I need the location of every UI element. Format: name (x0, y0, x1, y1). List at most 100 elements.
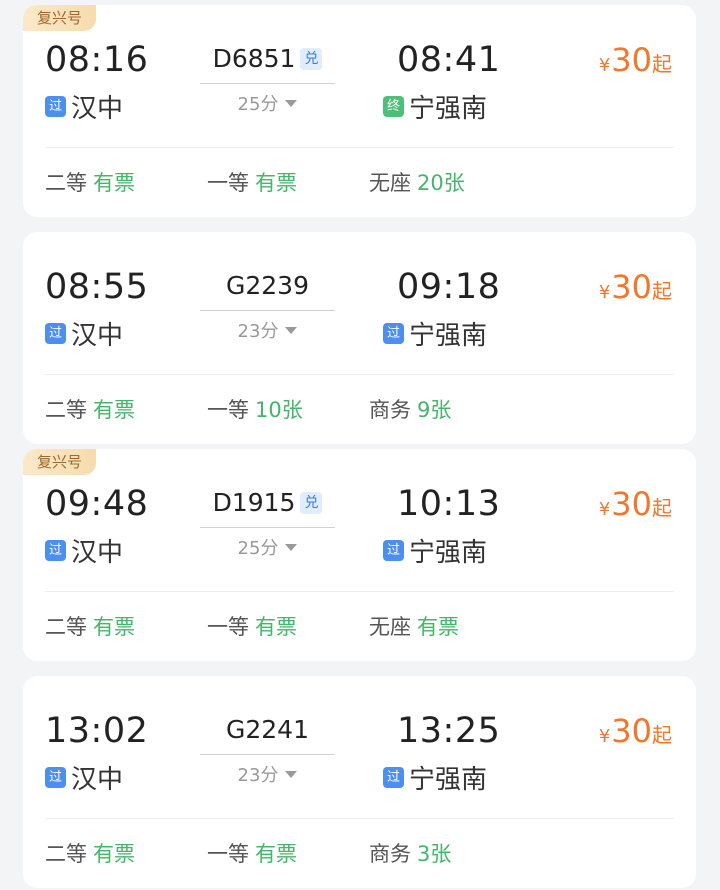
arrival-station: 过 宁强南 (383, 760, 488, 795)
seat-second-class: 二等 有票 (45, 167, 135, 197)
train-number: G2239 (226, 271, 309, 300)
duration-toggle[interactable]: 25分 (200, 90, 335, 116)
pass-tag-icon: 过 (45, 322, 66, 344)
train-card[interactable]: 复兴号 09:48 D1915 兑 25分 10:13 ¥ 30 起 过 汉中 … (23, 449, 696, 661)
train-info: G2239 23分 (200, 270, 335, 343)
arrival-time: 09:18 (397, 267, 501, 307)
exchange-icon: 兑 (300, 492, 323, 514)
price-currency: ¥ (598, 55, 611, 76)
seat-second-class: 二等 有票 (45, 394, 135, 424)
pass-tag-icon: 过 (45, 95, 66, 117)
divider (45, 147, 674, 148)
divider (45, 818, 674, 819)
pass-tag-icon: 过 (383, 766, 404, 788)
arrival-station: 过 宁强南 (383, 316, 488, 351)
departure-station: 过 汉中 (45, 760, 124, 795)
pass-tag-icon: 过 (383, 539, 404, 561)
fuxing-badge: 复兴号 (23, 5, 97, 31)
seat-availability: 有票 (255, 171, 297, 195)
seat-availability: 有票 (93, 842, 135, 866)
train-number: D6851 (212, 44, 296, 73)
route-line (200, 527, 335, 528)
price-suffix: 起 (652, 279, 672, 303)
duration-toggle[interactable]: 23分 (200, 317, 335, 343)
seat-business-class: 商务 9张 (369, 394, 451, 424)
departure-station-name: 汉中 (71, 764, 124, 795)
duration-text: 25分 (237, 94, 279, 115)
train-card[interactable]: 复兴号 08:16 D6851 兑 25分 08:41 ¥ 30 起 过 汉中 … (23, 5, 696, 217)
duration-text: 25分 (237, 538, 279, 559)
price-suffix: 起 (652, 496, 672, 520)
chevron-down-icon (285, 99, 298, 107)
seat-availability: 3张 (417, 842, 452, 866)
train-number: D1915 (212, 488, 296, 517)
seat-class: 无座 (369, 615, 411, 639)
duration-toggle[interactable]: 25分 (200, 534, 335, 560)
arrival-station-name: 宁强南 (409, 764, 488, 795)
fuxing-badge: 复兴号 (23, 449, 97, 475)
duration-text: 23分 (237, 321, 279, 342)
arrival-station-name: 宁强南 (409, 93, 488, 124)
seat-availability: 有票 (417, 615, 459, 639)
arrival-time: 10:13 (397, 484, 501, 524)
arrival-station: 终 宁强南 (383, 89, 488, 124)
train-info: D6851 兑 25分 (200, 43, 335, 116)
chevron-down-icon (285, 326, 298, 334)
price-value: 30 (611, 268, 652, 306)
seat-availability: 9张 (417, 398, 452, 422)
price-suffix: 起 (652, 723, 672, 747)
seat-class: 一等 (207, 615, 249, 639)
divider (45, 374, 674, 375)
price: ¥ 30 起 (599, 712, 672, 750)
duration-toggle[interactable]: 23分 (200, 761, 335, 787)
seat-availability: 有票 (93, 615, 135, 639)
arrival-time: 13:25 (397, 711, 501, 751)
seat-class: 二等 (45, 398, 87, 422)
seat-availability: 有票 (93, 171, 135, 195)
route-line (200, 83, 335, 84)
route-line (200, 754, 335, 755)
terminal-tag-icon: 终 (383, 95, 404, 117)
pass-tag-icon: 过 (383, 322, 404, 344)
duration-text: 23分 (237, 765, 279, 786)
train-card[interactable]: 13:02 G2241 23分 13:25 ¥ 30 起 过 汉中 过 宁强南 (23, 676, 696, 888)
price-currency: ¥ (598, 726, 611, 747)
departure-time: 08:16 (45, 40, 149, 80)
seat-class: 一等 (207, 398, 249, 422)
price: ¥ 30 起 (599, 268, 672, 306)
price-currency: ¥ (598, 499, 611, 520)
seat-class: 一等 (207, 171, 249, 195)
route-line (200, 310, 335, 311)
seat-first-class: 一等 10张 (207, 394, 303, 424)
seat-class: 二等 (45, 171, 87, 195)
departure-time: 09:48 (45, 484, 149, 524)
pass-tag-icon: 过 (45, 539, 66, 561)
price: ¥ 30 起 (599, 485, 672, 523)
seat-first-class: 一等 有票 (207, 611, 297, 641)
chevron-down-icon (285, 543, 298, 551)
seat-no-seat: 无座 有票 (369, 611, 459, 641)
seat-availability: 20张 (417, 171, 465, 195)
seat-class: 一等 (207, 842, 249, 866)
seat-first-class: 一等 有票 (207, 838, 297, 868)
arrival-station-name: 宁强南 (409, 320, 488, 351)
train-number: G2241 (226, 715, 309, 744)
arrival-time: 08:41 (397, 40, 501, 80)
departure-time: 13:02 (45, 711, 149, 751)
price-currency: ¥ (598, 282, 611, 303)
train-info: D1915 兑 25分 (200, 487, 335, 560)
departure-time: 08:55 (45, 267, 149, 307)
seat-second-class: 二等 有票 (45, 611, 135, 641)
pass-tag-icon: 过 (45, 766, 66, 788)
seat-first-class: 一等 有票 (207, 167, 297, 197)
price: ¥ 30 起 (599, 41, 672, 79)
train-info: G2241 23分 (200, 714, 335, 787)
seat-second-class: 二等 有票 (45, 838, 135, 868)
price-value: 30 (611, 41, 652, 79)
departure-station: 过 汉中 (45, 89, 123, 124)
seat-availability: 有票 (255, 615, 297, 639)
departure-station: 过 汉中 (45, 316, 123, 351)
seat-business-class: 商务 3张 (369, 838, 451, 868)
train-card[interactable]: 08:55 G2239 23分 09:18 ¥ 30 起 过 汉中 过 宁强南 (23, 232, 696, 444)
train-list: 复兴号 08:16 D6851 兑 25分 08:41 ¥ 30 起 过 汉中 … (0, 0, 720, 890)
